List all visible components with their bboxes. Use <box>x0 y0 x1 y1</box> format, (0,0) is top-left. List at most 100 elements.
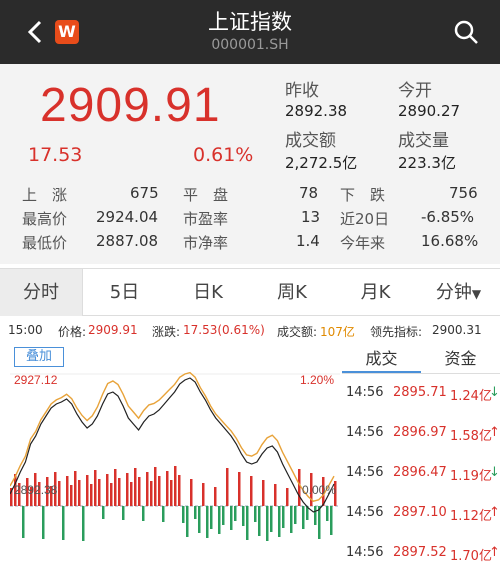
dropdown-arrow-icon: ▼ <box>471 287 482 301</box>
open-label: 今开 <box>398 81 432 101</box>
volume-bar <box>150 481 153 506</box>
volume-bar <box>74 471 77 506</box>
trade-time: 14:56 <box>346 425 384 440</box>
info-change-label: 涨跌: <box>152 325 181 339</box>
volume-bar <box>62 506 65 540</box>
pe-value: 13 <box>301 208 321 226</box>
volume-label: 成交量 <box>398 131 449 151</box>
stats-row-3: 最低价 2887.08 市净率 1.4 今年来 16.68% <box>0 232 500 254</box>
volume-bar <box>274 484 277 506</box>
trade-price: 2896.97 <box>393 425 447 440</box>
volume-bar <box>238 472 241 506</box>
volume-bar <box>170 480 173 506</box>
prev-close-value: 2892.38 <box>285 102 348 120</box>
low-label: 最低价 <box>22 234 68 252</box>
volume-bar <box>174 466 177 506</box>
turnover: 成交额 2,272.5亿 <box>285 126 357 173</box>
search-icon[interactable] <box>452 18 480 46</box>
tab-weekly-k[interactable]: 周K <box>250 269 334 316</box>
trade-time: 14:56 <box>346 465 384 480</box>
volume-bar <box>78 480 81 506</box>
d20-value: -6.85% <box>421 208 475 226</box>
turnover-value: 2,272.5亿 <box>285 154 358 172</box>
trade-tabs: 成交 资金 <box>342 344 500 374</box>
d20-label: 近20日 <box>340 210 390 228</box>
trade-row: 14:56 2897.52 1.70亿 ↑ <box>346 545 500 567</box>
down-count-label: 下 跌 <box>340 186 386 204</box>
volume-bar <box>130 482 133 506</box>
volume-bar <box>182 506 185 523</box>
arrow-up-icon: ↑ <box>489 505 500 520</box>
flat-count-label: 平 盘 <box>183 186 229 204</box>
info-amount: 107亿 <box>320 325 355 339</box>
volume-bar <box>290 506 293 533</box>
period-tabs: 分时 5日 日K 周K 月K 分钟▼ <box>0 268 500 316</box>
info-lead-label: 领先指标: <box>370 325 423 339</box>
volume-bar <box>146 472 149 506</box>
trade-price: 2897.52 <box>393 545 447 560</box>
volume-bar <box>234 506 237 521</box>
volume-bar <box>98 479 101 506</box>
quote-panel: 2909.91 17.53 0.61% 昨收 2892.38 今开 2890.2… <box>0 64 500 264</box>
trade-amount: 1.12亿 <box>450 509 492 524</box>
volume-bar <box>42 506 45 539</box>
overlay-button[interactable]: 叠加 <box>14 347 64 367</box>
volume-bar <box>302 506 305 529</box>
up-count: 675 <box>130 184 159 202</box>
tab-intraday[interactable]: 分时 <box>0 269 83 316</box>
volume-bar <box>22 506 25 538</box>
trade-time: 14:56 <box>346 505 384 520</box>
prev-close-label: 昨收 <box>285 81 319 101</box>
volume-bar <box>58 481 61 506</box>
tab-minute[interactable]: 分钟▼ <box>417 269 500 316</box>
tab-funds[interactable]: 资金 <box>421 344 500 373</box>
current-price: 2909.91 <box>40 79 221 132</box>
trade-price: 2895.71 <box>393 385 447 400</box>
trade-row: 14:56 2895.71 1.24亿 ↓ <box>346 385 500 407</box>
volume-bar <box>258 506 261 536</box>
trade-row: 14:56 2897.10 1.12亿 ↑ <box>346 505 500 527</box>
tab-monthly-k[interactable]: 月K <box>334 269 417 316</box>
volume-bar <box>294 506 297 524</box>
volume-bar <box>206 506 209 538</box>
volume-bar <box>230 506 233 530</box>
volume-bar <box>118 478 121 506</box>
volume: 成交量 223.3亿 <box>398 126 456 173</box>
open: 今开 2890.27 <box>398 76 460 120</box>
page-title: 上证指数 <box>208 10 292 34</box>
volume-bar <box>266 506 269 541</box>
volume-bar <box>114 469 117 506</box>
volume-bar <box>286 488 289 506</box>
volume-bar <box>190 479 193 506</box>
tab-5day[interactable]: 5日 <box>83 269 166 316</box>
tab-daily-k[interactable]: 日K <box>166 269 250 316</box>
volume-bar <box>226 468 229 506</box>
volume-bar <box>262 480 265 506</box>
volume-bars <box>10 466 337 541</box>
volume-bar <box>70 485 73 506</box>
price-change: 17.53 <box>28 144 83 166</box>
trade-row: 14:56 2896.47 1.19亿 ↓ <box>346 465 500 487</box>
chart-top-pct: 1.20% <box>300 373 334 387</box>
intraday-chart[interactable]: 2927.12 1.20% 2892.38 0.00% <box>10 344 340 563</box>
tab-minute-label: 分钟 <box>435 282 472 303</box>
volume-bar <box>194 506 197 519</box>
stats-row-1: 上 涨 675 平 盘 78 下 跌 756 <box>0 184 500 206</box>
volume-bar <box>110 483 113 506</box>
volume-bar <box>278 506 281 537</box>
volume-value: 223.3亿 <box>398 154 456 172</box>
flat-count: 78 <box>299 184 319 202</box>
volume-bar <box>142 506 145 521</box>
volume-bar <box>162 506 165 522</box>
stock-code: 000001.SH <box>211 37 289 53</box>
info-time: 15:00 <box>8 323 43 337</box>
volume-bar <box>254 506 257 522</box>
info-price-label: 价格: <box>58 325 87 339</box>
down-count: 756 <box>449 184 478 202</box>
volume-bar <box>106 474 109 506</box>
chart-info-line: 15:00 价格: 2909.91 涨跌: 17.53(0.61%) 成交额: … <box>0 320 500 342</box>
volume-bar <box>218 506 221 534</box>
info-amount-label: 成交额: <box>277 325 318 339</box>
tab-trades[interactable]: 成交 <box>342 344 421 373</box>
volume-bar <box>186 506 189 537</box>
